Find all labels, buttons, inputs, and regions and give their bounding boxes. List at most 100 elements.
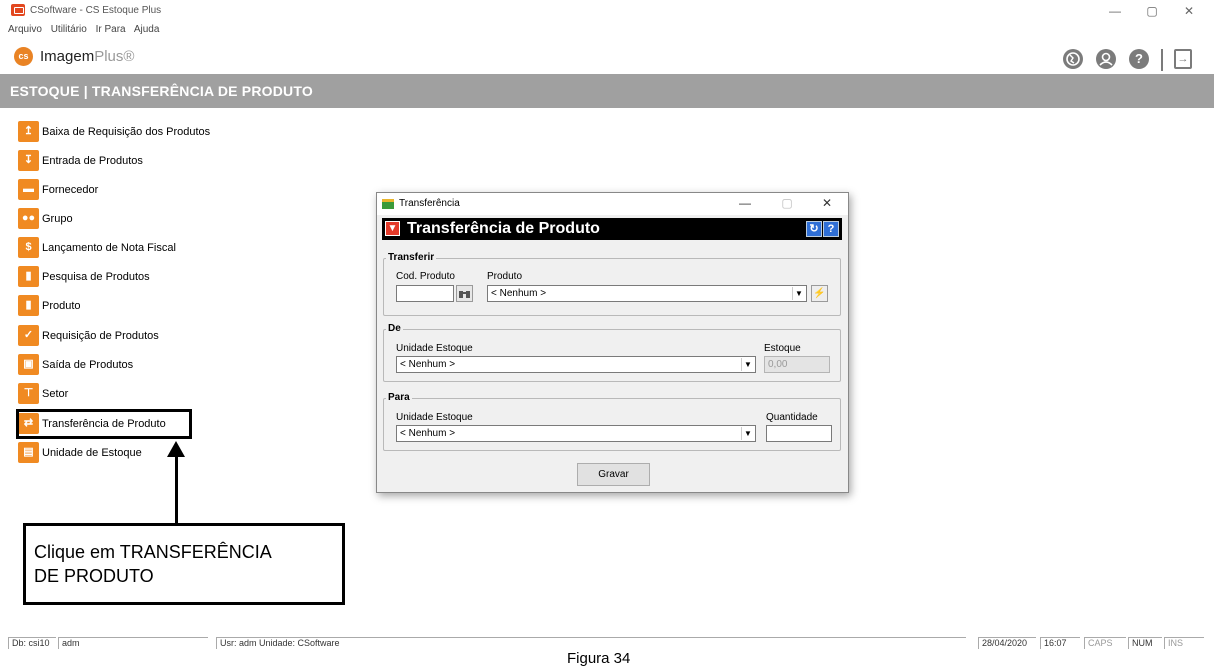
group-transferir: Transferir Cod. Produto Produto < Nenhum… <box>383 252 841 316</box>
cod-produto-label: Cod. Produto <box>396 271 455 282</box>
dialog-help-icon[interactable]: ? <box>823 221 839 237</box>
produto-select-value: < Nenhum > <box>491 288 547 299</box>
menu-item-label: Pesquisa de Produtos <box>42 271 150 283</box>
highlight-box <box>16 409 192 439</box>
para-unidade-select[interactable]: < Nenhum > ▼ <box>396 425 756 442</box>
menu-item-requisicao-produtos[interactable]: ✓ Requisição de Produtos <box>18 325 258 347</box>
search-product-button[interactable] <box>456 285 473 302</box>
maximize-button[interactable]: ▢ <box>1137 3 1167 19</box>
callout-box: Clique em TRANSFERÊNCIA DE PRODUTO <box>23 523 345 605</box>
box-out-icon: ↥ <box>18 121 39 142</box>
produto-select[interactable]: < Nenhum > ▼ <box>487 285 807 302</box>
menu-arquivo[interactable]: Arquivo <box>8 24 42 35</box>
produto-label: Produto <box>487 271 523 282</box>
menu-item-label: Fornecedor <box>42 184 99 196</box>
chevron-down-icon: ▼ <box>741 358 754 371</box>
status-usr-unidade: Usr: adm Unidade: CSoftware <box>216 637 966 649</box>
transfer-dialog: Transferência — ▢ ✕ ▼ Transferência de P… <box>376 192 849 493</box>
menu-item-pesquisa-produtos[interactable]: ▮ Pesquisa de Produtos <box>18 266 258 288</box>
menu-item-label: Unidade de Estoque <box>42 447 142 459</box>
brand-name-suffix: Plus® <box>94 48 135 65</box>
cylinder-icon: ▮ <box>18 295 39 316</box>
menu-ir-para[interactable]: Ir Para <box>96 24 126 35</box>
callout-line-2: DE PRODUTO <box>34 566 154 586</box>
down-arrow-icon: ▼ <box>385 221 400 236</box>
estoque-field: 0,00 <box>764 356 830 373</box>
dialog-title-bar: Transferência — ▢ ✕ <box>377 193 848 215</box>
menu-item-label: Entrada de Produtos <box>42 155 143 167</box>
status-caps: CAPS <box>1084 637 1126 649</box>
menu-item-unidade-estoque[interactable]: ▤ Unidade de Estoque <box>18 442 258 464</box>
quantidade-input[interactable] <box>766 425 832 442</box>
title-bar: CSoftware - CS Estoque Plus — ▢ ✕ <box>0 0 1214 22</box>
menu-item-saida-produtos[interactable]: ▣ Saída de Produtos <box>18 354 258 376</box>
section-header: ESTOQUE | TRANSFERÊNCIA DE PRODUTO <box>0 74 1214 108</box>
menu-item-label: Requisição de Produtos <box>42 330 159 342</box>
dialog-window-title: Transferência <box>399 198 460 209</box>
menu-item-label: Produto <box>42 300 81 312</box>
cylinder-icon: ▮ <box>18 266 39 287</box>
brand-name-main: Imagem <box>40 48 95 65</box>
help-icon[interactable]: ? <box>1129 49 1149 69</box>
menu-item-lancamento-nota-fiscal[interactable]: $ Lançamento de Nota Fiscal <box>18 237 258 259</box>
menu-item-baixa-requisicao[interactable]: ↥ Baixa de Requisição dos Produtos <box>18 121 258 143</box>
menu-ajuda[interactable]: Ajuda <box>134 24 160 35</box>
figure-caption: Figura 34 <box>567 650 631 667</box>
menu-item-produto[interactable]: ▮ Produto <box>18 295 258 317</box>
para-unidade-value: < Nenhum > <box>400 428 456 439</box>
globe-icon[interactable] <box>1063 49 1083 69</box>
estoque-label: Estoque <box>764 343 801 354</box>
callout-line-1: Clique em TRANSFERÊNCIA <box>34 542 272 562</box>
user-icon[interactable] <box>1096 49 1116 69</box>
dialog-header: ▼ Transferência de Produto ↻ ? <box>382 218 842 240</box>
check-icon: ✓ <box>18 325 39 346</box>
menu-item-grupo[interactable]: ●● Grupo <box>18 208 258 230</box>
gravar-button[interactable]: Gravar <box>577 463 650 486</box>
group-legend: De <box>386 323 403 334</box>
dialog-minimize-button[interactable]: — <box>735 196 755 210</box>
status-ins: INS <box>1164 637 1204 649</box>
truck-icon: ▬ <box>18 179 39 200</box>
app-icon <box>11 4 25 16</box>
header-divider <box>1161 49 1163 71</box>
dialog-app-icon <box>382 199 394 209</box>
status-date: 28/04/2020 <box>978 637 1036 649</box>
status-bar: Db: csi10 adm Usr: adm Unidade: CSoftwar… <box>0 636 1214 650</box>
status-num: NUM <box>1128 637 1162 649</box>
brand-logo: cs <box>14 47 33 66</box>
de-unidade-value: < Nenhum > <box>400 359 456 370</box>
menu-item-fornecedor[interactable]: ▬ Fornecedor <box>18 179 258 201</box>
binoculars-icon <box>459 291 470 298</box>
refresh-icon[interactable]: ↻ <box>806 221 822 237</box>
exit-box-icon: ▣ <box>18 354 39 375</box>
menu-item-setor[interactable]: ⊤ Setor <box>18 383 258 405</box>
status-time: 16:07 <box>1040 637 1080 649</box>
menu-item-label: Lançamento de Nota Fiscal <box>42 242 176 254</box>
status-user: adm <box>58 637 208 649</box>
group-legend: Transferir <box>386 252 437 263</box>
storage-icon: ▤ <box>18 442 39 463</box>
minimize-button[interactable]: — <box>1100 3 1130 19</box>
menu-utilitario[interactable]: Utilitário <box>51 24 87 35</box>
dialog-close-button[interactable]: ✕ <box>817 196 837 210</box>
chevron-down-icon: ▼ <box>741 427 754 440</box>
exit-icon[interactable]: → <box>1174 49 1192 69</box>
lightning-icon[interactable]: ⚡ <box>811 285 828 302</box>
menu-item-label: Saída de Produtos <box>42 359 134 371</box>
box-in-icon: ↧ <box>18 150 39 171</box>
group-de: De Unidade Estoque < Nenhum > ▼ Estoque … <box>383 323 841 382</box>
de-unidade-select[interactable]: < Nenhum > ▼ <box>396 356 756 373</box>
menu-item-label: Grupo <box>42 213 73 225</box>
quantidade-label: Quantidade <box>766 412 818 423</box>
dialog-header-title: Transferência de Produto <box>407 220 600 237</box>
brand-name: ImagemPlus® <box>40 48 134 65</box>
close-button[interactable]: ✕ <box>1174 3 1204 19</box>
dialog-maximize-button: ▢ <box>781 196 793 210</box>
de-unidade-label: Unidade Estoque <box>396 343 473 354</box>
menu-item-entrada-produtos[interactable]: ↧ Entrada de Produtos <box>18 150 258 172</box>
menu-bar: Arquivo Utilitário Ir Para Ajuda <box>8 24 165 38</box>
money-icon: $ <box>18 237 39 258</box>
para-unidade-label: Unidade Estoque <box>396 412 473 423</box>
cod-produto-input[interactable] <box>396 285 454 302</box>
group-legend: Para <box>386 392 412 403</box>
